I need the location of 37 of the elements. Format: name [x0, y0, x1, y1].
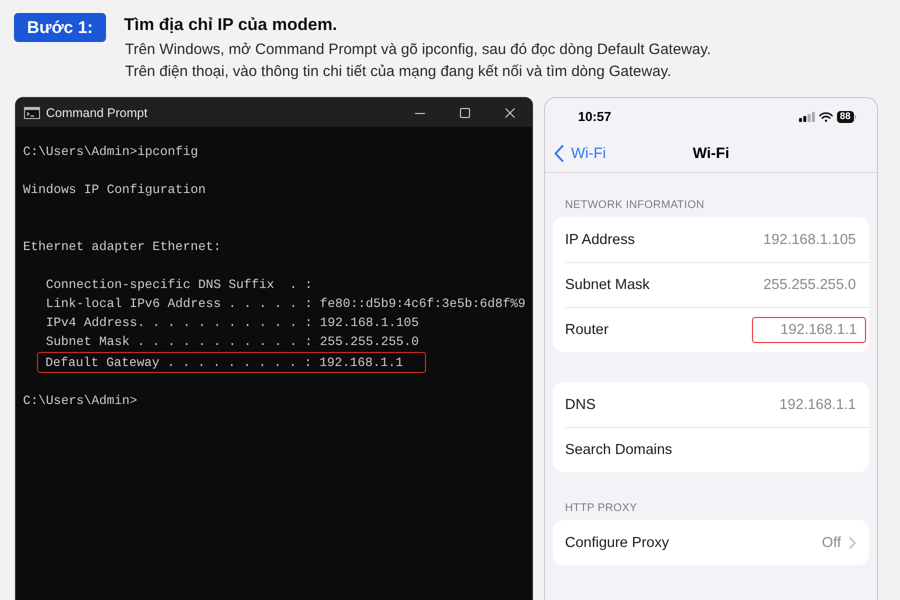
status-time: 10:57	[578, 109, 612, 124]
step-badge: Bước 1:	[14, 13, 106, 42]
section-header: HTTP PROXY	[564, 502, 638, 516]
instruction-text: Trên điện thoại, vào thông tin chi tiết của mạng đang kết nối và tìm dòng Gateway.	[124, 62, 672, 82]
setting-value: 255.255.255.0	[763, 277, 856, 293]
setting-label: Configure Proxy	[565, 534, 670, 550]
setting-label: Search Domains	[565, 442, 674, 458]
terminal-line: Link-local IPv6 Address . . . . . : fe80::d5b9:4c6f:3e5b:6d8f%9	[46, 295, 526, 313]
section-header: NETWORK INFORMATION	[564, 199, 706, 213]
instruction-text: Trên Windows, mở Command Prompt và gõ ipconfig, sau đó đọc dòng Default Gateway.	[124, 40, 711, 60]
setting-value: 192.168.1.1	[780, 322, 857, 338]
terminal-line: Windows IP Configuration	[23, 181, 206, 199]
screen-title: Wi-Fi	[692, 145, 730, 162]
setting-value: 192.168.1.1	[779, 396, 856, 412]
terminal-line: Subnet Mask . . . . . . . . . . . : 255.255.255.0	[46, 333, 419, 351]
battery-indicator: 88	[836, 110, 856, 122]
setting-label: Router	[565, 322, 610, 338]
setting-value: 192.168.1.105	[763, 232, 856, 248]
setting-label: Subnet Mask	[565, 277, 651, 293]
back-button[interactable]: Wi-Fi	[545, 145, 606, 162]
terminal-line: Ethernet adapter Ethernet:	[23, 238, 221, 256]
close-icon	[504, 108, 514, 118]
terminal-line: C:\Users\Admin>ipconfig	[23, 143, 198, 161]
maximize-icon	[460, 108, 470, 118]
setting-label: DNS	[565, 396, 597, 412]
step-title: Tìm địa chỉ IP của modem.	[124, 15, 338, 35]
chevron-left-icon	[554, 145, 564, 162]
terminal-line: C:\Users\Admin>	[23, 392, 138, 410]
terminal-line: Connection-specific DNS Suffix . :	[46, 276, 312, 294]
setting-value: Off	[822, 534, 841, 550]
setting-label: IP Address	[565, 232, 636, 248]
wifi-icon	[818, 112, 833, 122]
signal-icon	[798, 112, 815, 122]
terminal-icon	[24, 106, 40, 118]
terminal-line: IPv4 Address. . . . . . . . . . . : 192.168.1.105	[46, 314, 419, 332]
terminal-line: Default Gateway . . . . . . . . . : 192.168.1.1	[45, 354, 404, 372]
window-title: Command Prompt	[46, 106, 148, 120]
